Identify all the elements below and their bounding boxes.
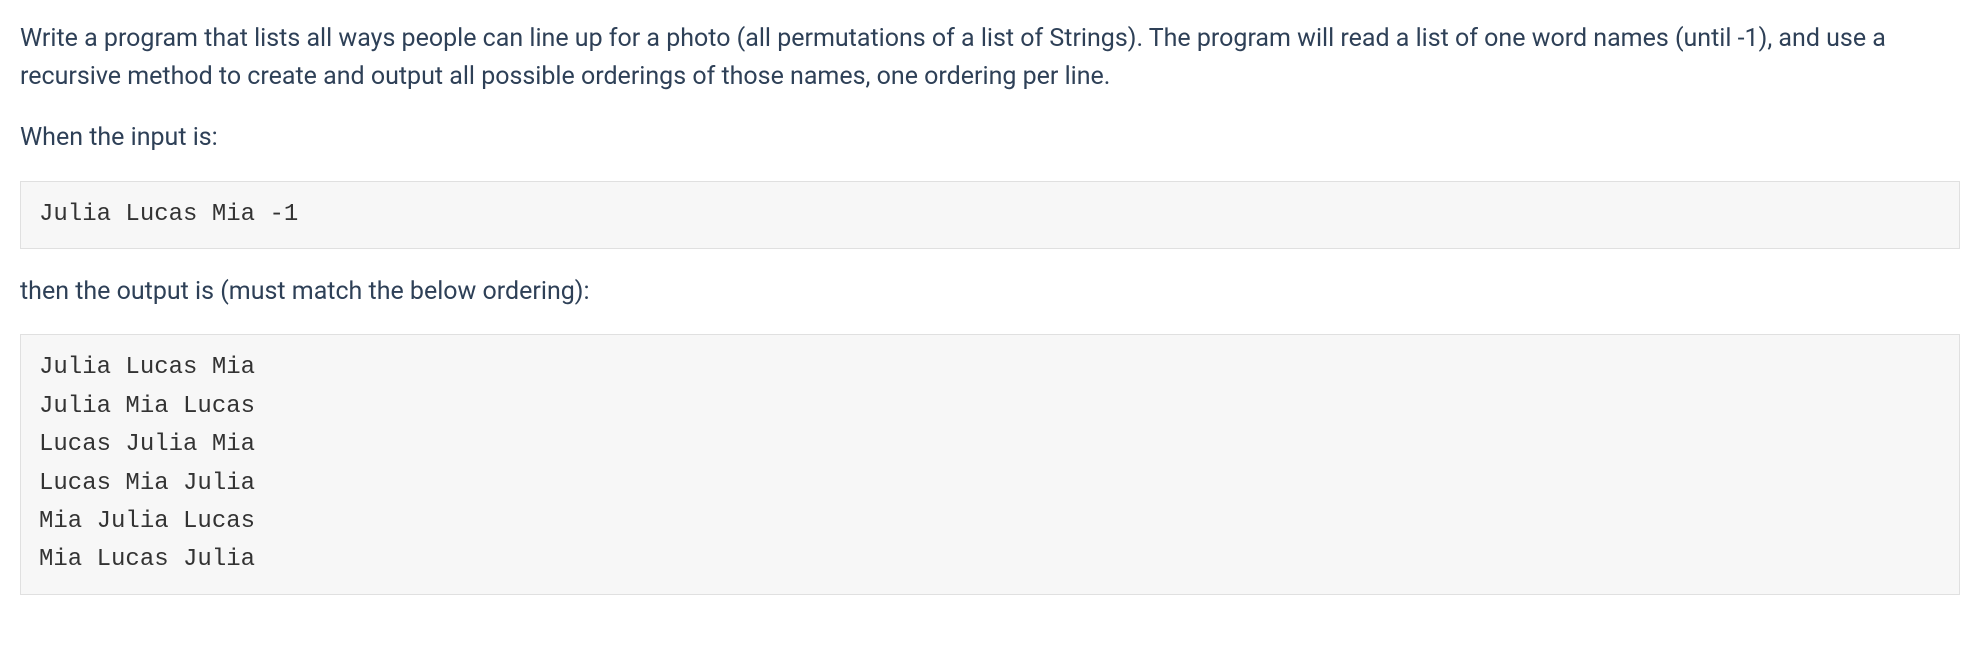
- input-code-block: Julia Lucas Mia -1: [20, 181, 1960, 249]
- output-label: then the output is (must match the below…: [20, 273, 1960, 311]
- input-label: When the input is:: [20, 119, 1960, 157]
- problem-description-paragraph: Write a program that lists all ways peop…: [20, 20, 1960, 95]
- output-code-block: Julia Lucas Mia Julia Mia Lucas Lucas Ju…: [20, 334, 1960, 594]
